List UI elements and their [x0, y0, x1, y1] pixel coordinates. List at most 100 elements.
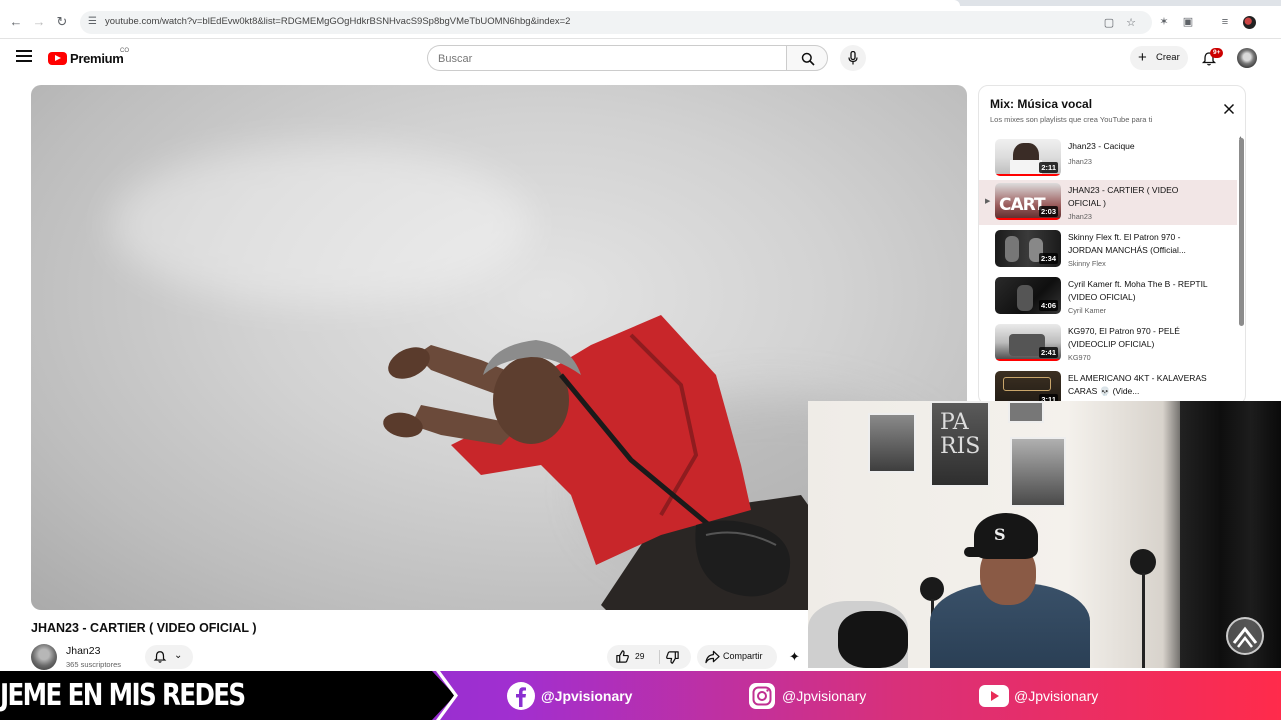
video-thumbnail: 2:41 [995, 324, 1061, 361]
ask-sparkle-icon[interactable]: ✦ [789, 650, 800, 664]
youtube-premium-logo[interactable]: Premium CO [48, 48, 129, 66]
voice-search-button[interactable] [840, 45, 866, 71]
youtube-icon [979, 681, 1009, 711]
youtube-play-icon [48, 52, 67, 65]
playlist-item-channel: Cyril Kamer [1068, 306, 1107, 315]
browser-profile-avatar[interactable] [1243, 16, 1256, 29]
microphone-icon [848, 51, 858, 65]
forward-arrow-icon[interactable]: → [31, 14, 47, 30]
instagram-link[interactable]: @Jpvisionary [747, 681, 866, 711]
playlist-item[interactable]: 2:34 Skinny Flex ft. El Patron 970 - JOR… [979, 227, 1237, 272]
playlist-item[interactable]: 4:06 Cyril Kamer ft. Moha The B - REPTIL… [979, 274, 1237, 319]
hamburger-menu-icon[interactable] [16, 50, 32, 64]
wall-poster [1008, 401, 1044, 423]
share-icon [705, 650, 720, 664]
search-input[interactable] [438, 51, 778, 66]
video-thumbnail: CART 2:03 [995, 183, 1061, 220]
notification-badge: 9+ [1210, 48, 1224, 58]
video-title: JHAN23 - CARTIER ( VIDEO OFICIAL ) [31, 621, 257, 635]
watched-progress-bar [995, 218, 1061, 220]
duration-badge: 2:34 [1038, 253, 1058, 264]
site-info-icon[interactable]: ☰ [88, 16, 100, 28]
youtube-handle: @Jpvisionary [1014, 688, 1099, 704]
create-label: Crear [1156, 52, 1180, 63]
like-dislike-group: 29 [607, 645, 691, 669]
playlist-item-channel: KG970 [1068, 353, 1091, 362]
youtube-header: Premium CO + Crear 9+ [0, 40, 1281, 76]
playlist-item-title: EL AMERICANO 4KT - KALAVERAS CARAS 💀 (Vi… [1068, 373, 1207, 396]
cast-icon[interactable]: ▢ [1102, 16, 1116, 30]
instagram-icon [747, 681, 777, 711]
playlist-item-title: JHAN23 - CARTIER ( VIDEO OFICIAL ) [1068, 185, 1179, 208]
playlist-item-title: KG970, El Patron 970 - PELÉ (VIDEOCLIP O… [1068, 326, 1180, 349]
extension-icon[interactable]: ✶ [1157, 15, 1171, 29]
search-icon [801, 52, 815, 66]
watched-progress-bar [995, 359, 1061, 361]
channel-avatar[interactable] [31, 644, 57, 670]
playlist-item-title: Cyril Kamer ft. Moha The B - REPTIL (VID… [1068, 279, 1208, 302]
video-thumbnail: 2:11 [995, 139, 1061, 176]
region-code: CO [120, 48, 129, 54]
playlist-item[interactable]: 3:11 EL AMERICANO 4KT - KALAVERAS CARAS … [979, 368, 1237, 404]
now-playing-indicator-icon: ▶ [985, 198, 991, 205]
subscriber-count: 365 suscriptores [66, 660, 122, 669]
youtube-channel-link[interactable]: @Jpvisionary [979, 681, 1098, 711]
subscription-bell-button[interactable]: ⌄ [145, 645, 193, 669]
share-label: Compartir [723, 651, 763, 661]
bell-icon [153, 651, 167, 663]
duration-badge: 2:41 [1038, 347, 1058, 358]
puzzle-icon[interactable]: ▣ [1181, 15, 1195, 29]
bookmark-star-icon[interactable]: ☆ [1124, 16, 1138, 30]
chevron-down-icon: ⌄ [174, 650, 183, 661]
share-button[interactable]: Compartir [697, 645, 777, 669]
channel-name[interactable]: Jhan23 [66, 645, 100, 657]
close-icon[interactable] [1223, 103, 1235, 115]
mix-playlist-panel: Mix: Música vocal Los mixes son playlist… [978, 85, 1246, 405]
facebook-icon [506, 681, 536, 711]
reading-list-icon[interactable]: ≡ [1218, 15, 1232, 29]
duration-badge: 4:06 [1038, 300, 1058, 311]
back-arrow-icon[interactable]: ← [8, 14, 24, 30]
webcam-overlay: PA RIS S [808, 401, 1281, 668]
playlist-item-channel: Skinny Flex [1068, 259, 1106, 268]
video-frame-performer [383, 315, 851, 610]
banner-slogan: JEME EN MIS REDES [0, 678, 246, 713]
social-banner: JEME EN MIS REDES @Jpvisionary @Jpvision… [0, 671, 1281, 720]
playlist-item[interactable]: 2:41 KG970, El Patron 970 - PELÉ (VIDEOC… [979, 321, 1237, 366]
video-thumbnail: 2:34 [995, 230, 1061, 267]
search-button[interactable] [786, 45, 828, 71]
create-button[interactable]: + Crear [1130, 46, 1188, 70]
url-text: youtube.com/watch?v=blEdEvw0kt8&list=RDG… [105, 16, 571, 27]
thumbs-down-icon[interactable] [665, 650, 680, 665]
video-thumbnail: 4:06 [995, 277, 1061, 314]
like-divider [659, 650, 660, 664]
video-thumbnail: 3:11 [995, 371, 1061, 404]
duration-badge: 2:03 [1038, 206, 1058, 217]
playlist-title: Mix: Música vocal [990, 97, 1093, 111]
playlist-subtitle: Los mixes son playlists que crea YouTube… [990, 115, 1153, 124]
playlist-scrollbar[interactable] [1239, 138, 1244, 326]
wall-poster [868, 413, 916, 473]
facebook-handle: @Jpvisionary [541, 688, 633, 704]
reload-icon[interactable]: ↻ [54, 14, 70, 30]
search-box [427, 45, 787, 71]
instagram-handle: @Jpvisionary [782, 688, 867, 704]
playlist-item[interactable]: 2:11 Jhan23 - Cacique Jhan23 [979, 136, 1237, 181]
banner-black-panel: JEME EN MIS REDES [0, 671, 455, 720]
playlist-item-channel: Jhan23 [1068, 157, 1092, 166]
playlist-item-title: Jhan23 - Cacique [1068, 141, 1135, 151]
brand-label: Premium [70, 51, 124, 66]
address-bar[interactable]: ☰ youtube.com/watch?v=blEdEvw0kt8&list=R… [80, 11, 1152, 34]
wall-poster [1010, 437, 1066, 507]
thumbs-up-icon[interactable] [615, 649, 630, 664]
facebook-link[interactable]: @Jpvisionary [506, 681, 632, 711]
playlist-item-channel: Jhan23 [1068, 212, 1092, 221]
streamer-logo-icon [1226, 617, 1264, 655]
duration-badge: 2:11 [1039, 162, 1058, 173]
account-avatar[interactable] [1237, 48, 1257, 68]
playlist-item-title: Skinny Flex ft. El Patron 970 - JORDAN M… [1068, 232, 1186, 255]
like-count: 29 [635, 651, 645, 661]
wall-poster: PA RIS [930, 401, 990, 487]
playlist-item-current[interactable]: ▶ CART 2:03 JHAN23 - CARTIER ( VIDEO OFI… [979, 180, 1237, 225]
browser-toolbar: ← → ↻ ☰ youtube.com/watch?v=blEdEvw0kt8&… [0, 6, 1281, 39]
